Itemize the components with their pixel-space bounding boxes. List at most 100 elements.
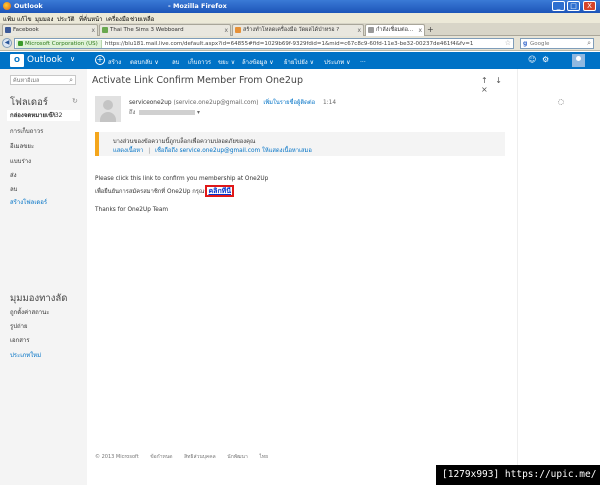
tab-label: Thai The Sims 3 Webboard	[110, 27, 184, 33]
recipient-redacted	[139, 110, 196, 115]
folders-heading: โฟลเดอร์	[10, 97, 48, 108]
lock-icon	[18, 41, 23, 46]
category-button[interactable]: ประเภท ∨	[324, 57, 351, 67]
quick-view-flagged[interactable]: ถูกตั้งค่าสถานะ	[10, 307, 49, 317]
folder-archive[interactable]: การเก็บถาวร	[10, 126, 43, 136]
quick-view-documents[interactable]: เอกสาร	[10, 335, 30, 345]
new-message-button[interactable]: สร้าง	[108, 57, 121, 67]
tab-thread[interactable]: สร้างทำโหลดเครื่องมือ วัดผลได้ป่าหรอ ? x	[232, 24, 364, 36]
url-text: https://blu181.mail.live.com/default.asp…	[105, 41, 474, 47]
delete-button[interactable]: ลบ	[172, 57, 180, 67]
thread-favicon-icon	[235, 27, 241, 33]
search-icon[interactable]: ⌕	[69, 76, 73, 85]
outlook-header: O Outlook ∨ + สร้าง ตอบกลับ ∨ ลบ เก็บถาว…	[0, 52, 600, 69]
folder-inbox[interactable]: กล่องจดหมายเข้า 732	[7, 110, 80, 121]
folder-deleted[interactable]: ลบ	[10, 184, 18, 194]
footer-language-link[interactable]: ไทย	[259, 454, 268, 460]
folder-junk[interactable]: อีเมลขยะ	[10, 141, 34, 151]
body-signoff: Thanks for One2Up Team	[95, 207, 169, 213]
page-footer: © 2013 Microsoft ข้อกำหนด สิทธิส่วนบุคคล…	[95, 453, 505, 461]
app-name[interactable]: Outlook	[27, 55, 62, 65]
new-plus-icon[interactable]: +	[95, 55, 105, 65]
image-watermark: [1279x993] https://upic.me/	[436, 465, 600, 485]
quick-view-photos[interactable]: รูปถ่าย	[10, 321, 28, 331]
unread-count: 732	[51, 112, 63, 119]
firefox-icon	[3, 2, 11, 10]
message-subject: Activate Link Confirm Member From One2up	[92, 75, 303, 86]
more-commands-button[interactable]: ...	[360, 57, 366, 64]
sender-name[interactable]: serviceone2up	[129, 100, 172, 106]
footer-copyright: © 2013 Microsoft	[95, 454, 139, 460]
outlook-logo-icon[interactable]: O	[10, 54, 24, 67]
browser-tabbar: Facebook x Thai The Sims 3 Webboard x สร…	[0, 23, 600, 36]
chat-icon[interactable]: ☺	[528, 55, 536, 64]
trust-sender-link[interactable]: เชื่อถือถึง service.one2up@gmail.com ให้…	[155, 148, 312, 154]
refresh-icon[interactable]: ↻	[72, 97, 78, 105]
browser-search-input[interactable]	[530, 40, 586, 48]
body-text-english: Please click this link to confirm you me…	[95, 176, 269, 182]
sender-line: serviceone2up (service.one2up@gmail.com)…	[129, 97, 336, 107]
footer-developers-link[interactable]: นักพัฒนา	[227, 454, 247, 460]
tab-outlook-active[interactable]: กำลังเชื่อมต่อ... x	[365, 24, 425, 36]
tab-label: กำลังเชื่อมต่อ...	[376, 27, 414, 33]
sweep-button[interactable]: ล้างข้อมูล ∨	[242, 57, 274, 67]
tab-label: สร้างทำโหลดเครื่องมือ วัดผลได้ป่าหรอ ?	[243, 27, 340, 33]
loading-favicon-icon	[368, 27, 374, 33]
maximize-button[interactable]: □	[567, 1, 580, 11]
back-button[interactable]: ◀	[2, 38, 12, 48]
folder-sent[interactable]: ส่ง	[10, 170, 17, 180]
blocked-content-notice: บางส่วนของข้อความนี้ถูกบล็อกเพื่อความปลอ…	[95, 132, 505, 156]
next-message-icon[interactable]: ↓	[495, 76, 502, 85]
new-tab-button[interactable]: +	[427, 25, 434, 34]
search-icon[interactable]: ⌕	[587, 39, 591, 48]
tab-facebook[interactable]: Facebook x	[2, 24, 98, 36]
folder-pane: ⌕ โฟลเดอร์ ↻ กล่องจดหมายเข้า 732 การเก็บ…	[0, 69, 87, 485]
tab-close-icon[interactable]: x	[224, 25, 228, 36]
sender-avatar	[95, 96, 121, 122]
sender-email: (service.one2up@gmail.com)	[173, 100, 259, 106]
folder-drafts[interactable]: แบบร่าง	[10, 156, 31, 166]
browser-search-box[interactable]: g ⌕	[520, 38, 594, 49]
minimize-button[interactable]: _	[552, 1, 565, 11]
junk-button[interactable]: ขยะ ∨	[218, 57, 235, 67]
move-to-button[interactable]: ย้ายไปยัง ∨	[284, 57, 314, 67]
tab-close-icon[interactable]: x	[91, 25, 95, 36]
facebook-favicon-icon	[5, 27, 11, 33]
archive-button[interactable]: เก็บถาวร	[188, 57, 211, 67]
tab-close-icon[interactable]: x	[357, 25, 361, 36]
quick-views-heading: มุมมองทางลัด	[10, 293, 68, 304]
new-category-link[interactable]: ประเภทใหม่	[10, 350, 41, 360]
previous-message-icon[interactable]: ↑	[481, 76, 488, 85]
bookmark-star-icon[interactable]: ☆	[505, 39, 511, 47]
footer-privacy-link[interactable]: สิทธิส่วนบุคคล	[184, 454, 216, 460]
to-label: ถึง	[129, 110, 136, 116]
reply-button[interactable]: ตอบกลับ ∨	[130, 57, 159, 67]
site-identity[interactable]: Microsoft Corporation (US)	[16, 40, 102, 48]
google-icon: g	[523, 40, 528, 47]
show-content-link[interactable]: แสดงเนื้อหา	[113, 148, 143, 154]
url-bar[interactable]: Microsoft Corporation (US) https://blu18…	[14, 38, 514, 49]
right-pane	[517, 69, 600, 485]
new-folder-link[interactable]: สร้างโฟลเดอร์	[10, 197, 47, 207]
loading-spinner-icon	[558, 99, 564, 105]
recipient-line: ถึง ▾	[129, 107, 200, 117]
body-text-thai: เพื่อยืนยันการสมัครสมาชิกที่ One2Up กรุณ…	[95, 185, 235, 197]
close-window-button[interactable]: X	[583, 1, 596, 11]
tab-label: Facebook	[13, 27, 39, 33]
settings-gear-icon[interactable]: ⚙	[542, 55, 549, 64]
tab-close-icon[interactable]: x	[418, 25, 422, 36]
mail-search-input[interactable]	[13, 77, 65, 84]
message-nav-tools: ↑ ↓ ×	[481, 76, 517, 94]
user-avatar[interactable]	[572, 54, 585, 67]
webboard-favicon-icon	[102, 27, 108, 33]
confirm-membership-link[interactable]: คลิกที่นี่	[205, 185, 235, 197]
tab-sims-webboard[interactable]: Thai The Sims 3 Webboard x	[99, 24, 231, 36]
message-time: 1:14	[323, 100, 337, 106]
footer-terms-link[interactable]: ข้อกำหนด	[150, 454, 172, 460]
close-message-icon[interactable]: ×	[481, 85, 488, 94]
mail-search-box[interactable]: ⌕	[10, 75, 76, 85]
add-to-contacts-link[interactable]: เพิ่มในรายชื่อผู้ติดต่อ	[263, 100, 315, 106]
chevron-down-icon[interactable]: ∨	[70, 55, 75, 63]
recipients-expand-icon[interactable]: ▾	[197, 110, 200, 116]
reading-pane: Activate Link Confirm Member From One2up…	[87, 69, 517, 485]
